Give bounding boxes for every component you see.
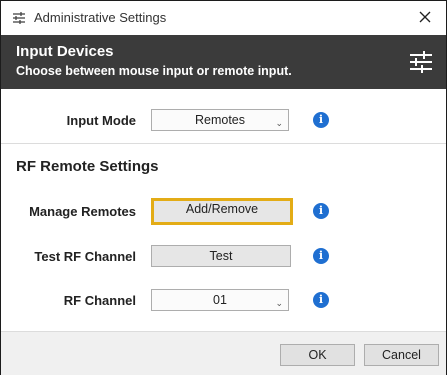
close-icon[interactable] — [414, 6, 436, 28]
info-icon[interactable]: i — [313, 112, 329, 128]
header-banner: Input Devices Choose between mouse input… — [1, 35, 446, 89]
test-rf-channel-label: Test RF Channel — [34, 249, 136, 264]
section-divider — [1, 143, 446, 144]
header-subtitle: Choose between mouse input or remote inp… — [16, 64, 292, 78]
test-button[interactable]: Test — [151, 245, 291, 267]
title-bar: Administrative Settings — [1, 1, 446, 35]
rf-channel-value: 01 — [213, 293, 227, 307]
settings-dialog: Administrative Settings Input Devices Ch… — [0, 0, 447, 375]
cancel-button[interactable]: Cancel — [364, 344, 439, 366]
input-mode-value: Remotes — [194, 113, 246, 127]
info-icon[interactable]: i — [313, 248, 329, 264]
chevron-down-icon: ⌄ — [275, 298, 283, 308]
header-title: Input Devices — [16, 43, 114, 60]
section-title: RF Remote Settings — [16, 158, 159, 175]
sliders-icon — [13, 12, 25, 24]
dialog-footer: OK Cancel — [1, 331, 446, 375]
input-mode-select[interactable]: Remotes ⌄ — [151, 109, 289, 131]
info-icon[interactable]: i — [313, 203, 329, 219]
rf-channel-select[interactable]: 01 ⌄ — [151, 289, 289, 311]
rf-channel-label: RF Channel — [63, 293, 136, 308]
add-remove-button[interactable]: Add/Remove — [151, 198, 293, 225]
window-title: Administrative Settings — [34, 10, 167, 25]
info-icon[interactable]: i — [313, 292, 329, 308]
chevron-down-icon: ⌄ — [275, 118, 283, 128]
ok-button[interactable]: OK — [280, 344, 355, 366]
manage-remotes-label: Manage Remotes — [29, 204, 136, 219]
sliders-icon — [410, 51, 432, 73]
input-mode-label: Input Mode — [66, 113, 136, 128]
